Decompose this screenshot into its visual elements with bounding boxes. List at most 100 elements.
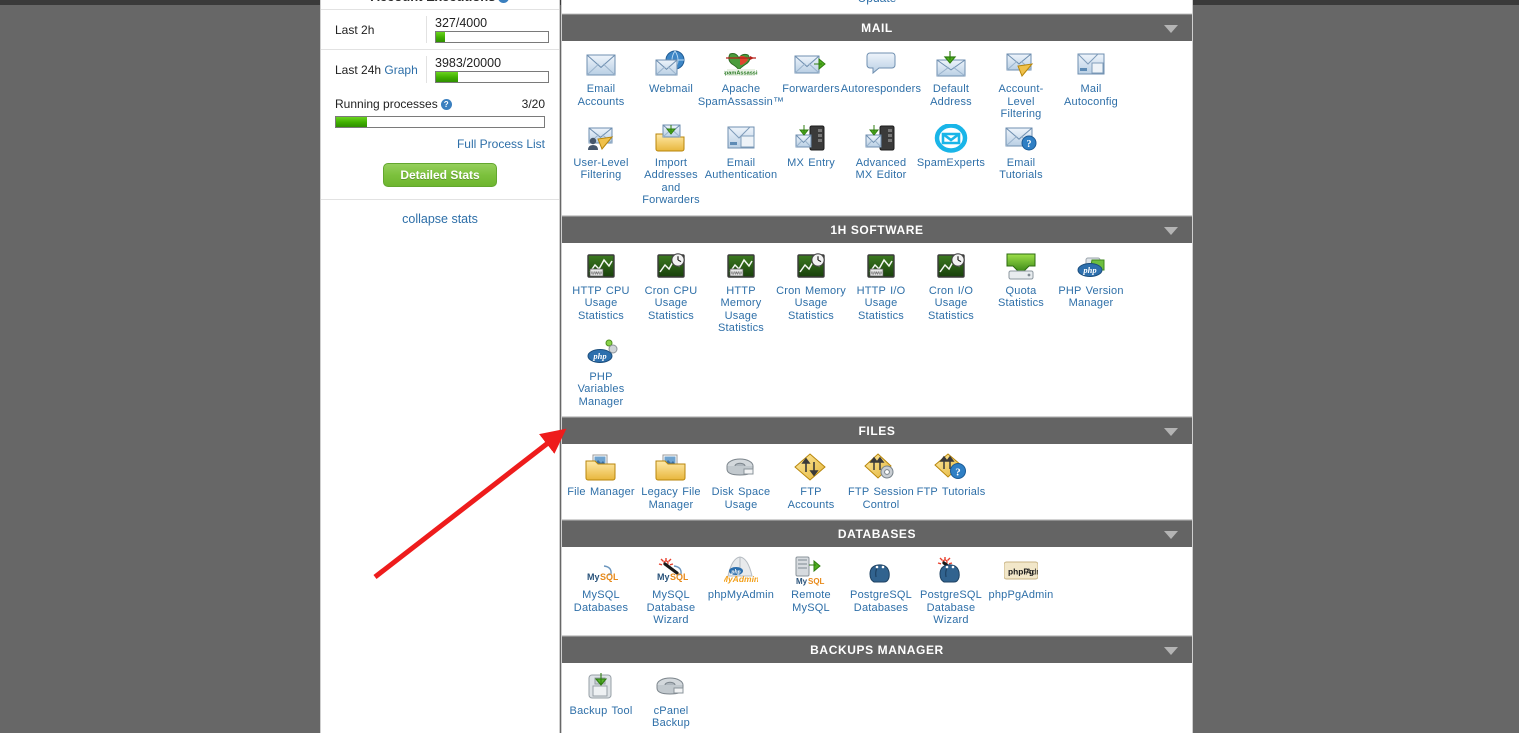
tile-apache-spamassassin[interactable]: SpamAssassin Apache SpamAssassin™ [698,47,784,121]
tile-forwarders[interactable]: Forwarders [776,47,846,121]
tile-email-tutorials[interactable]: ? Email Tutorials [986,121,1056,207]
tile-ftp-tutorials[interactable]: ? FTP Tutorials [916,450,986,511]
tile-remote-mysql[interactable]: My SQL Remote MySQL [776,553,846,627]
tile-php-version-manager[interactable]: php PHP Version Manager [1056,249,1126,335]
section-title: 1H SOFTWARE [830,222,924,237]
tile-label: PHP Variables Manager [577,370,625,408]
tile-label: Cron CPU Usage Statistics [644,284,698,322]
graph-link[interactable]: Graph [384,63,417,77]
tile-disk-space-usage[interactable]: Disk Space Usage [706,450,776,511]
running-processes-row: Running processes? 3/20 [321,89,559,128]
tile-label: MySQL Databases [573,589,629,614]
tile-cpanel-backup[interactable]: cPanel Backup [636,669,706,730]
tile-php-variables-manager[interactable]: php PHP Variables Manager [566,335,636,409]
tile-label: File Manager [567,486,635,498]
tile-label: Email Tutorials [999,156,1043,182]
tile-user-level-filtering[interactable]: User-Level Filtering [566,121,636,207]
php-version-icon: php [1074,252,1108,282]
phpmyadmin-icon: phpMyAdmin [721,556,759,586]
tile-label: Email Accounts [577,83,625,108]
folder-image-icon [654,453,688,483]
tile-mysql-databases[interactable]: My SQL MySQL Databases [566,553,636,627]
svg-text:php: php [592,351,606,361]
tile-cron-cpu-usage-statistics[interactable]: Cron CPU Usage Statistics [636,249,706,335]
tile-cron-i-o-usage-statistics[interactable]: Cron I/O Usage Statistics [916,249,986,335]
main-content-column: Update MAIL Email Accounts Webmail SpamAssa… [561,0,1193,733]
tile-label: HTTP I/O Usage Statistics [856,284,906,322]
tile-mysql-database-wizard[interactable]: My SQL MySQL Database Wizard [636,553,706,627]
tile-backup-tool[interactable]: Backup Tool [566,669,636,730]
svg-text:My: My [796,577,808,586]
stats-panel-title: Account Executions? [321,0,559,9]
tile-default-address[interactable]: Default Address [916,47,986,121]
php-variables-icon: php [584,338,618,368]
section-title: DATABASES [837,527,917,541]
help-icon[interactable]: ? [440,99,452,110]
tile-http-memory-usage-statistics[interactable]: www HTTP Memory Usage Statistics [706,249,776,335]
tile-label: Webmail [649,83,693,95]
section-header[interactable]: 1H SOFTWARE [562,215,1192,243]
tile-advanced-mx-editor[interactable]: Advanced MX Editor [846,121,916,207]
tile-phpmyadmin[interactable]: phpMyAdmin phpMyAdmin [706,553,776,627]
update-link[interactable]: Update [562,0,1192,5]
tile-quota-statistics[interactable]: Quota Statistics [986,249,1056,335]
tile-webmail[interactable]: Webmail [636,47,706,121]
tile-label: PostgreSQL Databases [850,589,912,614]
tile-http-cpu-usage-statistics[interactable]: www HTTP CPU Usage Statistics [566,249,636,335]
tile-email-authentication[interactable]: Email Authentication [704,121,778,207]
tile-label: Account-Level Filtering [998,83,1044,120]
tile-label: MX Entry [787,156,835,169]
remote-mysql-icon: My SQL [794,556,828,586]
chevron-down-icon[interactable] [1164,646,1178,655]
help-icon[interactable]: ? [498,0,510,3]
tile-postgresql-databases[interactable]: PostgreSQL Databases [846,553,916,627]
tile-account-level-filtering[interactable]: Account-Level Filtering [986,47,1056,121]
chevron-down-icon[interactable] [1164,428,1178,436]
user-filter-icon [584,124,618,154]
tile-http-i-o-usage-statistics[interactable]: www HTTP I/O Usage Statistics [846,249,916,335]
svg-text:My: My [587,572,600,582]
section-header[interactable]: DATABASES [562,520,1192,547]
tile-cron-memory-usage-statistics[interactable]: Cron Memory Usage Statistics [776,249,846,335]
chevron-down-icon[interactable] [1164,25,1178,33]
running-processes-value: 3/20 [521,97,545,111]
tile-label: Cron Memory Usage Statistics [776,284,846,322]
default-address-icon [934,50,968,80]
tile-postgresql-database-wizard[interactable]: PostgreSQL Database Wizard [916,553,986,627]
tile-import-addresses-and-forwarders[interactable]: Import Addresses and Forwarders [636,121,706,207]
section-databases: DATABASES My SQL MySQL Databases My SQL MySQL … [562,520,1192,636]
tile-spamexperts[interactable]: SpamExperts [916,121,986,207]
stat-label-last-24h: Last 24h Graph [321,63,426,77]
tile-autoresponders[interactable]: Autoresponders [841,47,921,121]
tile-label: Email Authentication [704,156,778,182]
svg-text:Admin: Admin [1026,566,1038,576]
cron-io-chart-icon [934,252,968,282]
tile-file-manager[interactable]: File Manager [566,450,636,511]
autoresponder-icon [864,50,898,80]
section-header[interactable]: MAIL [562,14,1192,41]
tile-label: SpamExperts [916,156,986,169]
tile-ftp-accounts[interactable]: FTP Accounts [776,450,846,511]
detailed-stats-button[interactable]: Detailed Stats [383,163,497,187]
tile-ftp-session-control[interactable]: FTP Session Control [846,450,916,511]
chevron-down-icon[interactable] [1164,226,1178,235]
tile-mail-autoconfig[interactable]: Mail Autoconfig [1056,47,1126,121]
section-header[interactable]: FILES [562,417,1192,444]
tile-phppgadmin[interactable]: phpPgAdmin phpPgAdmin [986,553,1056,627]
postgresql-icon [864,556,898,586]
tile-label: Import Addresses and Forwarders [642,156,700,207]
progress-bar-running-processes [335,116,545,128]
section-header[interactable]: BACKUPS MANAGER [562,635,1192,663]
svg-text:www: www [731,270,742,276]
collapse-stats-link[interactable]: collapse stats [402,212,478,226]
tile-label: Disk Space Usage [711,486,771,511]
tile-mx-entry[interactable]: MX Entry [776,121,846,207]
tile-label: Cron I/O Usage Statistics [927,284,974,322]
tile-email-accounts[interactable]: Email Accounts [566,47,636,121]
chevron-down-icon[interactable] [1164,531,1178,539]
full-process-list-link[interactable]: Full Process List [457,137,545,151]
tile-legacy-file-manager[interactable]: Legacy File Manager [636,450,706,511]
mail-autoconfig-icon [1074,50,1108,80]
stat-label-last-2h: Last 2h [335,22,375,37]
sections-container: MAIL Email Accounts Webmail SpamAssassin Apa… [562,14,1192,733]
